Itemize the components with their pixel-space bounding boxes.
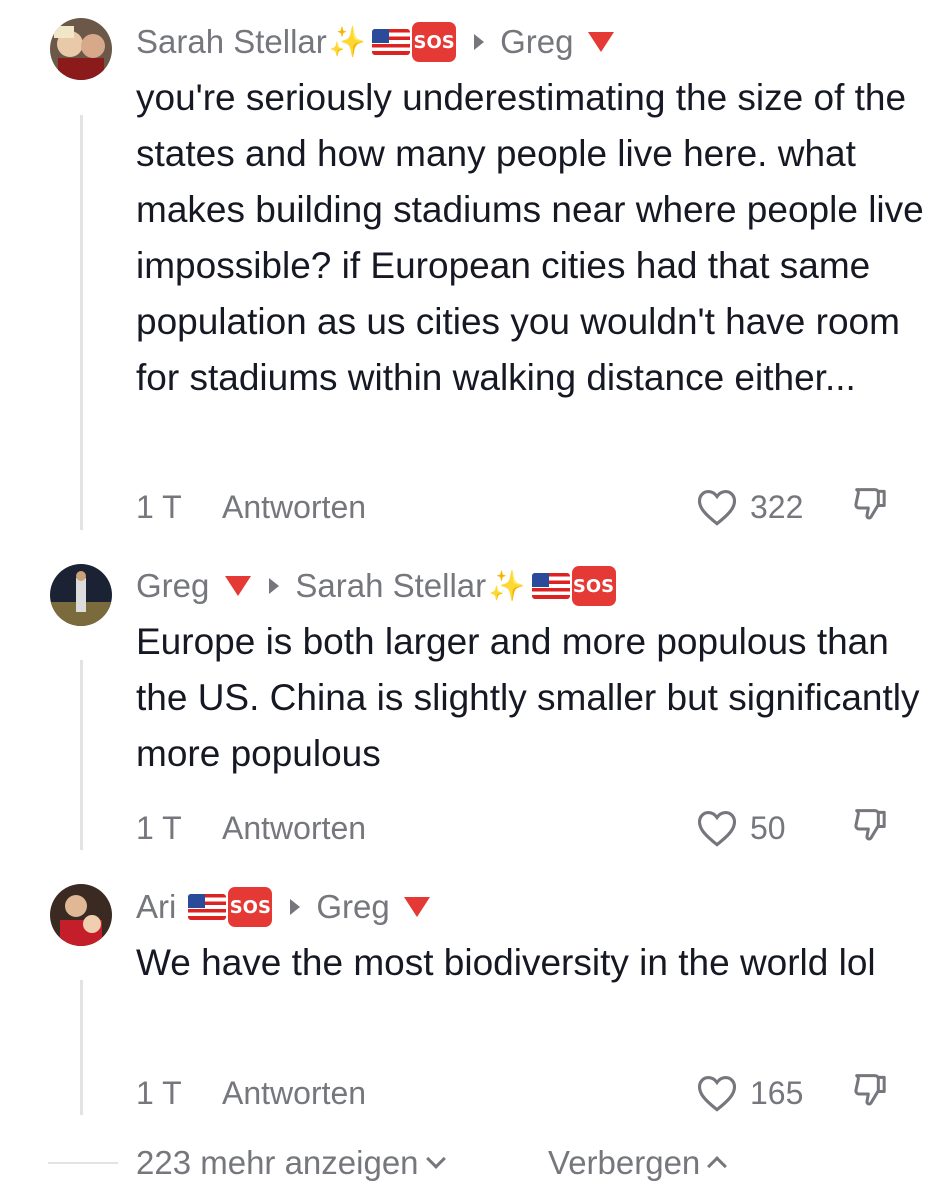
reply-arrow-icon bbox=[269, 578, 280, 594]
comment-header: Greg Sarah Stellar ✨ SOS bbox=[136, 564, 616, 608]
thread-line bbox=[80, 660, 83, 850]
reply-button[interactable]: Antworten bbox=[222, 810, 366, 847]
comment-text: you're seriously underestimating the siz… bbox=[136, 77, 924, 398]
reply-button[interactable]: Antworten bbox=[222, 489, 366, 526]
like-button[interactable]: 322 bbox=[696, 487, 803, 527]
hide-label: Verbergen bbox=[548, 1144, 701, 1181]
dislike-button[interactable] bbox=[850, 804, 890, 852]
comment-text: Europe is both larger and more populous … bbox=[136, 621, 920, 774]
thread-line bbox=[80, 980, 83, 1115]
like-count: 50 bbox=[750, 809, 786, 846]
heart-icon bbox=[697, 490, 737, 526]
reply-to-name[interactable]: Sarah Stellar bbox=[295, 567, 486, 605]
like-button[interactable]: 50 bbox=[696, 808, 786, 848]
reply-arrow-icon bbox=[290, 899, 301, 915]
thumbs-down-icon bbox=[854, 809, 886, 841]
red-triangle-icon bbox=[403, 897, 430, 917]
like-count: 165 bbox=[750, 1074, 804, 1111]
avatar[interactable] bbox=[50, 884, 112, 946]
heart-icon bbox=[697, 811, 737, 847]
reply-arrow-icon bbox=[474, 34, 485, 50]
us-flag-icon bbox=[372, 29, 411, 55]
author-name[interactable]: Greg bbox=[136, 567, 209, 605]
sparkle-icon: ✨ bbox=[328, 25, 367, 59]
us-flag-icon bbox=[531, 573, 570, 599]
comment-actions: 1 T Antworten 50 bbox=[136, 803, 904, 853]
divider bbox=[48, 1162, 118, 1164]
timestamp: 1 T bbox=[136, 1074, 182, 1111]
comment-text: We have the most biodiversity in the wor… bbox=[136, 942, 876, 983]
avatar[interactable] bbox=[50, 18, 112, 80]
comment-actions: 1 T Antworten 165 bbox=[136, 1068, 904, 1118]
red-triangle-icon bbox=[587, 32, 614, 52]
comment-header: Ari SOS Greg bbox=[136, 885, 430, 929]
show-more-replies-button[interactable]: 223 mehr anzeigen bbox=[136, 1144, 446, 1182]
thumbs-down-icon bbox=[854, 1074, 886, 1106]
thread-line bbox=[80, 115, 83, 530]
sos-badge: SOS bbox=[412, 22, 457, 62]
comment-header: Sarah Stellar ✨ SOS Greg bbox=[136, 20, 614, 64]
sos-badge: SOS bbox=[571, 566, 616, 606]
replies-footer: 223 mehr anzeigen Verbergen bbox=[0, 1140, 944, 1186]
author-name[interactable]: Sarah Stellar bbox=[136, 23, 327, 61]
timestamp: 1 T bbox=[136, 809, 182, 846]
us-flag-icon bbox=[188, 894, 227, 920]
sos-badge: SOS bbox=[228, 887, 273, 927]
like-count: 322 bbox=[750, 488, 804, 525]
reply-to-name[interactable]: Greg bbox=[316, 888, 389, 926]
show-more-label: 223 mehr anzeigen bbox=[136, 1144, 419, 1181]
reply-to-name[interactable]: Greg bbox=[500, 23, 573, 61]
comment-actions: 1 T Antworten 322 bbox=[136, 482, 904, 532]
timestamp: 1 T bbox=[136, 488, 182, 525]
sparkle-icon: ✨ bbox=[488, 569, 526, 603]
thumbs-down-icon bbox=[854, 488, 886, 520]
hide-replies-button[interactable]: Verbergen bbox=[548, 1144, 728, 1182]
avatar[interactable] bbox=[50, 564, 112, 626]
author-name[interactable]: Ari bbox=[136, 888, 176, 926]
red-triangle-icon bbox=[225, 576, 252, 596]
chevron-up-icon bbox=[707, 1156, 728, 1176]
reply-button[interactable]: Antworten bbox=[222, 1075, 366, 1112]
chevron-down-icon bbox=[425, 1149, 446, 1169]
heart-icon bbox=[697, 1076, 737, 1112]
like-button[interactable]: 165 bbox=[696, 1073, 803, 1113]
dislike-button[interactable] bbox=[850, 1069, 890, 1117]
dislike-button[interactable] bbox=[850, 483, 890, 531]
